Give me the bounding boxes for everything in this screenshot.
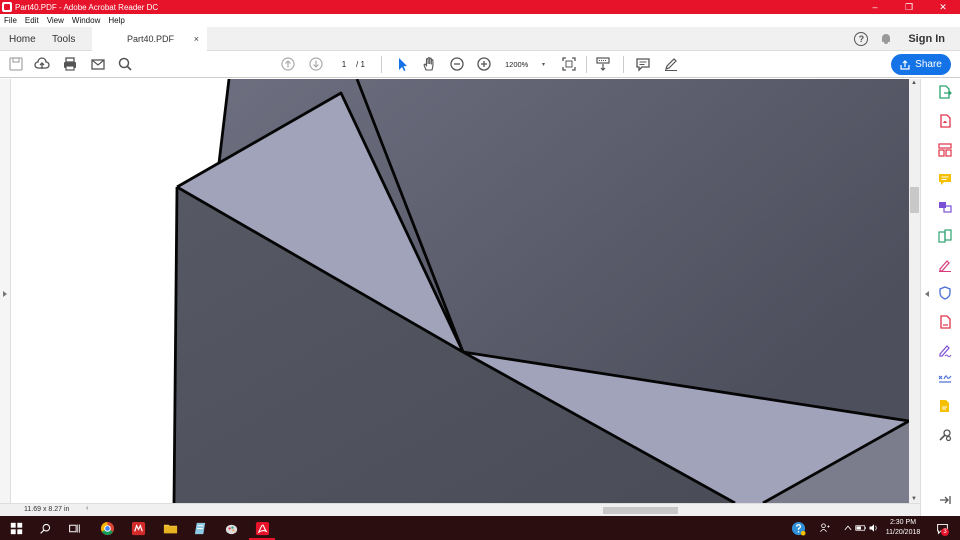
toolbar-divider — [381, 56, 382, 73]
upload-cloud-icon[interactable] — [34, 56, 50, 72]
scroll-up-arrow[interactable]: ▲ — [911, 80, 917, 86]
vertical-scroll-thumb[interactable] — [910, 187, 919, 213]
minimize-button[interactable]: – — [858, 0, 892, 14]
menu-file[interactable]: File — [4, 16, 17, 25]
chrome-icon[interactable] — [99, 520, 115, 536]
sign-in-button[interactable]: Sign In — [908, 33, 945, 45]
people-icon[interactable] — [817, 520, 833, 536]
zoom-level-select[interactable]: 1200% ▾ — [505, 57, 547, 71]
organize-pages-icon[interactable] — [938, 143, 952, 157]
system-clock[interactable]: 2:30 PM 11/20/2018 — [876, 518, 930, 538]
clock-time: 2:30 PM — [889, 519, 917, 526]
page-number-input[interactable]: 1 — [334, 57, 354, 71]
select-tool-icon[interactable] — [394, 56, 410, 72]
windows-start-icon[interactable] — [8, 520, 24, 536]
scroll-down-arrow[interactable]: ▼ — [911, 496, 917, 502]
expand-left-panel-icon[interactable] — [3, 291, 7, 297]
window-title: Part40.PDF - Adobe Acrobat Reader DC — [15, 2, 159, 12]
acrobat-app-icon — [2, 2, 12, 12]
help-icon[interactable]: ? — [854, 32, 869, 46]
scroll-left-arrow[interactable]: ‹ — [86, 505, 88, 512]
clock-date: 11/20/2018 — [885, 529, 921, 536]
tab-close-icon[interactable]: × — [194, 34, 199, 44]
file-explorer-icon[interactable] — [162, 520, 178, 536]
document-viewport[interactable] — [11, 79, 909, 503]
notifications-bell-icon[interactable] — [880, 33, 892, 45]
comment-icon[interactable] — [938, 172, 952, 186]
toolbar-divider — [586, 56, 587, 73]
menu-view[interactable]: View — [47, 16, 64, 25]
email-icon[interactable] — [90, 56, 106, 72]
taskbar-search-icon[interactable] — [37, 520, 53, 536]
notification-count-badge: 3 — [941, 528, 949, 536]
chevron-down-icon: ▾ — [541, 61, 545, 68]
menu-bar: File Edit View Window Help — [0, 14, 960, 27]
window-controls: – ❐ ✕ — [858, 0, 960, 14]
fit-page-icon[interactable] — [561, 56, 577, 72]
print-icon[interactable] — [62, 56, 78, 72]
status-bar: 11.69 x 8.27 in ‹ — [0, 503, 920, 516]
create-pdf-icon[interactable] — [938, 114, 952, 128]
previous-page-icon[interactable] — [280, 56, 296, 72]
menu-help[interactable]: Help — [108, 16, 124, 25]
menu-window[interactable]: Window — [72, 16, 100, 25]
save-icon[interactable] — [8, 56, 24, 72]
sign-icon[interactable] — [938, 343, 952, 358]
acrobat-taskbar-icon[interactable] — [254, 520, 270, 536]
next-page-icon[interactable] — [308, 56, 324, 72]
close-window-button[interactable]: ✕ — [926, 0, 960, 14]
zoom-out-icon[interactable] — [449, 56, 465, 72]
vertical-scrollbar[interactable]: ▲ ▼ — [909, 79, 920, 503]
more-tools-icon[interactable] — [938, 428, 952, 442]
certificate-icon[interactable] — [938, 371, 952, 385]
collapse-right-panel-icon[interactable] — [925, 291, 929, 297]
export-file-icon[interactable] — [938, 399, 952, 413]
add-comment-icon[interactable] — [635, 56, 651, 72]
left-navigation-panel[interactable] — [0, 79, 11, 503]
page-size-label: 11.69 x 8.27 in — [24, 506, 70, 513]
highlight-pen-icon[interactable] — [663, 56, 679, 72]
tab-tools[interactable]: Tools — [52, 27, 75, 51]
menu-edit[interactable]: Edit — [25, 16, 39, 25]
share-button[interactable]: Share — [891, 54, 951, 75]
keyboard-scroll-icon[interactable] — [595, 56, 611, 72]
task-view-icon[interactable] — [66, 520, 82, 536]
hand-tool-icon[interactable] — [421, 56, 437, 72]
tab-home[interactable]: Home — [9, 27, 36, 51]
maximize-button[interactable]: ❐ — [892, 0, 926, 14]
account-area: ? Sign In — [854, 27, 960, 51]
windows-taskbar: 2:30 PM 11/20/2018 3 — [0, 516, 960, 540]
tab-bar: Home Tools Part40.PDF × ? Sign In — [0, 27, 960, 51]
toolbar-divider — [623, 56, 624, 73]
right-tools-panel — [920, 79, 960, 516]
edit-pdf-icon[interactable] — [938, 315, 952, 329]
send-for-review-icon[interactable] — [938, 200, 952, 214]
protect-icon[interactable] — [938, 286, 952, 300]
title-bar: Part40.PDF - Adobe Acrobat Reader DC – ❐… — [0, 0, 960, 14]
share-label: Share — [915, 59, 942, 70]
search-icon[interactable] — [117, 56, 133, 72]
zoom-level-value: 1200% — [505, 59, 529, 69]
notepad-icon[interactable] — [192, 520, 208, 536]
tab-document[interactable]: Part40.PDF × — [92, 27, 207, 51]
pdf-page-drawing — [172, 79, 909, 503]
toolbar: 1 / 1 1200% ▾ Share — [0, 51, 960, 78]
fill-sign-icon[interactable] — [938, 258, 952, 272]
share-icon — [900, 59, 910, 70]
help-tray-icon[interactable] — [790, 520, 806, 536]
collapse-panel-icon[interactable] — [938, 493, 952, 507]
zoom-in-icon[interactable] — [476, 56, 492, 72]
paint-icon[interactable] — [223, 520, 239, 536]
combine-files-icon[interactable] — [938, 229, 952, 243]
tab-document-label: Part40.PDF — [127, 34, 175, 44]
export-pdf-icon[interactable] — [938, 85, 952, 99]
solidworks-icon[interactable] — [130, 520, 146, 536]
horizontal-scroll-thumb[interactable] — [603, 507, 678, 514]
page-total: / 1 — [356, 59, 365, 69]
